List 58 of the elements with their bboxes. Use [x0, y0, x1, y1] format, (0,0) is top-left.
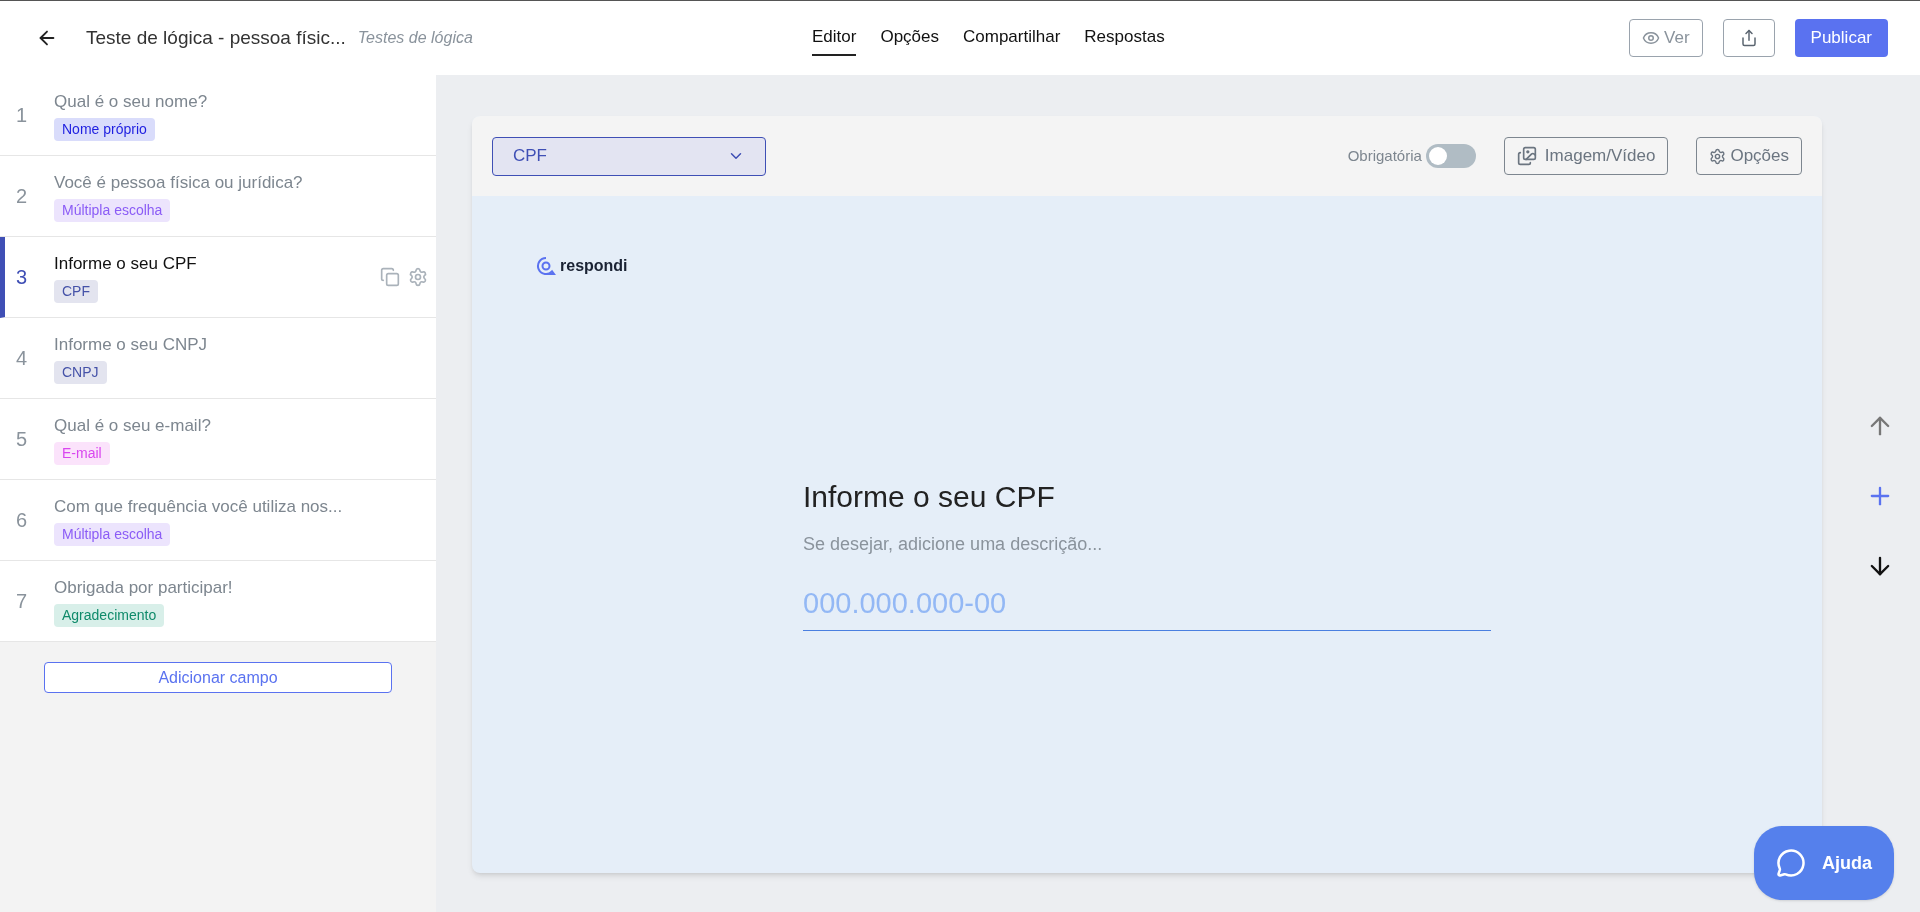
- field-type-tag: Nome próprio: [54, 118, 155, 142]
- publish-button[interactable]: Publicar: [1794, 19, 1888, 57]
- form-title: Teste de lógica - pessoa físic...: [86, 25, 346, 50]
- share-icon: [1739, 29, 1758, 47]
- nav-tab[interactable]: Editor: [812, 20, 857, 56]
- field-number: 4: [16, 346, 29, 371]
- images-icon: [1516, 146, 1537, 166]
- settings-icon: [1709, 147, 1727, 165]
- required-toggle[interactable]: [1425, 144, 1476, 168]
- eye-icon: [1642, 29, 1661, 47]
- help-button[interactable]: Ajuda: [1754, 826, 1894, 900]
- field-number: 1: [16, 103, 29, 128]
- add-field-button[interactable]: Adicionar campo: [44, 662, 392, 693]
- field-title: Você é pessoa física ou jurídica?: [54, 171, 303, 194]
- field-title: Informe o seu CPF: [54, 252, 197, 275]
- duplicate-button[interactable]: [380, 267, 400, 287]
- answer-field[interactable]: 000.000.000-00: [803, 582, 1491, 631]
- field-type-tag: CPF: [54, 280, 98, 304]
- options-button[interactable]: Opções: [1696, 137, 1802, 175]
- field-type-tag: E-mail: [54, 442, 110, 466]
- settings-icon: [408, 267, 428, 287]
- chat-icon: [1776, 848, 1806, 878]
- field-number: 5: [16, 427, 29, 452]
- nav-tab[interactable]: Respostas: [1084, 20, 1165, 56]
- settings-button[interactable]: [408, 267, 428, 287]
- field-title: Obrigada por participar!: [54, 576, 233, 599]
- view-button[interactable]: Ver: [1629, 19, 1703, 57]
- description-field[interactable]: Se desejar, adicione uma descrição...: [803, 531, 1491, 558]
- field-item[interactable]: 7 Obrigada por participar! Agradecimento: [0, 561, 436, 642]
- nav-tab[interactable]: Opções: [880, 20, 939, 56]
- required-label: Obrigatória: [1347, 145, 1422, 166]
- logo-icon: [536, 256, 556, 276]
- field-number: 3: [16, 265, 29, 290]
- field-item[interactable]: 1 Qual é o seu nome? Nome próprio: [0, 75, 436, 156]
- field-title: Qual é o seu nome?: [54, 90, 208, 113]
- field-item[interactable]: 6 Com que frequência você utiliza nos... Múltipla escolha: [0, 480, 436, 561]
- field-number: 7: [16, 589, 29, 614]
- field-title: Com que frequência você utiliza nos...: [54, 495, 343, 518]
- field-type-select[interactable]: CPF: [492, 136, 766, 176]
- field-item[interactable]: 2 Você é pessoa física ou jurídica? Múltipla escolha: [0, 156, 436, 237]
- field-type-tag: Múltipla escolha: [54, 523, 171, 547]
- share-button[interactable]: [1722, 19, 1775, 57]
- field-item[interactable]: 5 Qual é o seu e-mail? E-mail: [0, 399, 436, 480]
- media-button[interactable]: Imagem/Vídeo: [1503, 137, 1669, 175]
- field-type-tag: CNPJ: [54, 361, 107, 385]
- field-number: 6: [16, 508, 29, 533]
- copy-icon: [380, 267, 400, 287]
- field-item[interactable]: 3 Informe o seu CPF CPF: [0, 237, 436, 318]
- brand-logo: respondi: [560, 256, 628, 276]
- field-item[interactable]: 4 Informe o seu CNPJ CNPJ: [0, 318, 436, 399]
- field-type-tag: Múltipla escolha: [54, 199, 171, 223]
- field-title: Informe o seu CNPJ: [54, 333, 208, 356]
- field-number: 2: [16, 184, 29, 209]
- form-folder: Testes de lógica: [357, 28, 473, 48]
- field-title: Qual é o seu e-mail?: [54, 414, 211, 437]
- field-type-tag: Agradecimento: [54, 604, 165, 628]
- question-title: Informe o seu CPF: [803, 479, 1056, 515]
- nav-tab[interactable]: Compartilhar: [963, 20, 1061, 56]
